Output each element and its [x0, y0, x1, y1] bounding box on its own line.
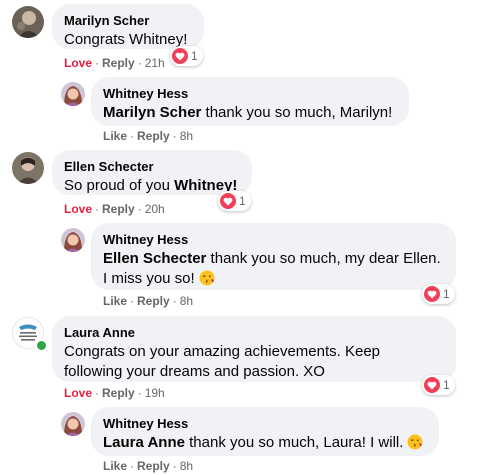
separator: ·	[95, 56, 100, 70]
comment-text: Congrats on your amazing achievements. K…	[64, 342, 444, 382]
reply-text: thank you so much, Laura! I will.	[184, 434, 404, 451]
reaction-badge[interactable]: 1	[422, 375, 455, 395]
separator: ·	[130, 294, 135, 308]
reply-button[interactable]: Reply	[102, 202, 135, 216]
timestamp[interactable]: 8h	[180, 129, 193, 143]
comment-text: So proud of you Whitney!	[64, 176, 240, 196]
online-status-dot	[35, 339, 48, 352]
avatar-whitney[interactable]	[61, 82, 85, 106]
separator: ·	[137, 202, 142, 216]
comment-actions: Love · Reply · 19h	[64, 385, 165, 401]
like-button[interactable]: Like	[103, 294, 127, 308]
comment-author[interactable]: Whitney Hess	[103, 85, 397, 102]
heart-icon	[424, 286, 440, 302]
kissing-face-icon	[407, 434, 423, 456]
love-button[interactable]: Love	[64, 386, 92, 400]
reply-text: I miss you so!	[103, 270, 195, 287]
comment-text: Ellen Schecter thank you so much, my dea…	[103, 249, 444, 292]
comment-actions: Like · Reply · 8h	[103, 293, 193, 309]
heart-icon	[220, 193, 236, 209]
heart-icon	[424, 377, 440, 393]
kissing-face-icon	[199, 270, 215, 292]
separator: ·	[95, 386, 100, 400]
reaction-count: 1	[443, 287, 450, 301]
like-button[interactable]: Like	[103, 129, 127, 143]
comment-bubble: Whitney Hess Laura Anne thank you so muc…	[91, 407, 439, 456]
love-button[interactable]: Love	[64, 56, 92, 70]
avatar-marilyn[interactable]	[12, 6, 44, 38]
comment-author[interactable]: Laura Anne	[64, 324, 444, 341]
reaction-count: 1	[443, 378, 450, 392]
reaction-badge[interactable]: 1	[170, 46, 203, 66]
timestamp[interactable]: 19h	[145, 386, 165, 400]
timestamp[interactable]: 21h	[145, 56, 165, 70]
love-button[interactable]: Love	[64, 202, 92, 216]
reply-button[interactable]: Reply	[102, 386, 135, 400]
comment-text: Marilyn Scher thank you so much, Marilyn…	[103, 103, 397, 123]
mention-link[interactable]: Marilyn Scher	[103, 104, 201, 121]
timestamp[interactable]: 8h	[180, 294, 193, 308]
separator: ·	[137, 56, 142, 70]
comment-text-line: Congrats on your amazing achievements. K…	[64, 343, 381, 360]
reply-button[interactable]: Reply	[137, 459, 170, 473]
avatar-whitney[interactable]	[61, 412, 85, 436]
heart-icon	[172, 48, 188, 64]
separator: ·	[130, 459, 135, 473]
reply-button[interactable]: Reply	[102, 56, 135, 70]
separator: ·	[172, 129, 177, 143]
comment-actions: Love · Reply · 20h	[64, 201, 165, 217]
reaction-badge[interactable]: 1	[218, 191, 251, 211]
reply-text: thank you so much, Marilyn!	[201, 104, 393, 121]
separator: ·	[137, 386, 142, 400]
timestamp[interactable]: 8h	[180, 459, 193, 473]
comment-bubble: Laura Anne Congrats on your amazing achi…	[52, 316, 456, 382]
comment-text: Laura Anne thank you so much, Laura! I w…	[103, 433, 427, 456]
mention-link[interactable]: Laura Anne	[103, 434, 185, 451]
comment-author[interactable]: Ellen Schecter	[64, 158, 240, 175]
comment-text: Congrats Whitney!	[64, 31, 188, 48]
reply-text: thank you so much, my dear Ellen.	[206, 250, 441, 267]
separator: ·	[172, 294, 177, 308]
reaction-count: 1	[191, 49, 198, 63]
comment-bubble: Whitney Hess Marilyn Scher thank you so …	[91, 77, 409, 126]
avatar-whitney[interactable]	[61, 228, 85, 252]
separator: ·	[95, 202, 100, 216]
avatar-ellen[interactable]	[12, 152, 44, 184]
comment-author[interactable]: Whitney Hess	[103, 415, 427, 432]
comment-bubble: Marilyn Scher Congrats Whitney!	[52, 4, 204, 49]
reaction-count: 1	[239, 194, 246, 208]
mention-link[interactable]: Ellen Schecter	[103, 250, 206, 267]
reply-button[interactable]: Reply	[137, 129, 170, 143]
comment-bubble: Ellen Schecter So proud of you Whitney!	[52, 150, 252, 195]
comment-actions: Like · Reply · 8h	[103, 128, 193, 144]
comment-text-line: following your dreams and passion. XO	[64, 363, 325, 380]
separator: ·	[172, 459, 177, 473]
reply-button[interactable]: Reply	[137, 294, 170, 308]
comment-bubble: Whitney Hess Ellen Schecter thank you so…	[91, 223, 456, 290]
comment-actions: Like · Reply · 8h	[103, 458, 193, 474]
comment-actions: Love · Reply · 21h	[64, 55, 165, 71]
comment-author[interactable]: Marilyn Scher	[64, 12, 192, 29]
comment-text-part: So proud of you	[64, 177, 175, 194]
separator: ·	[130, 129, 135, 143]
reaction-badge[interactable]: 1	[422, 284, 455, 304]
timestamp[interactable]: 20h	[145, 202, 165, 216]
like-button[interactable]: Like	[103, 459, 127, 473]
comment-author[interactable]: Whitney Hess	[103, 231, 444, 248]
